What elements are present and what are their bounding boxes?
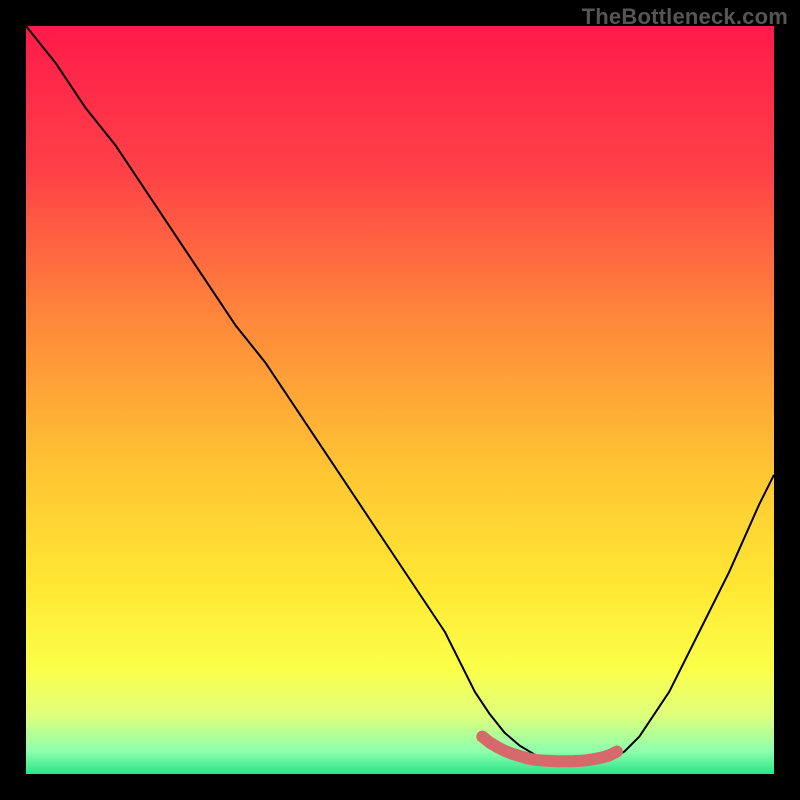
chart-frame: TheBottleneck.com [0,0,800,800]
watermark-text: TheBottleneck.com [582,4,788,30]
plot-area [26,26,774,774]
gradient-background [26,26,774,774]
chart-svg [26,26,774,774]
